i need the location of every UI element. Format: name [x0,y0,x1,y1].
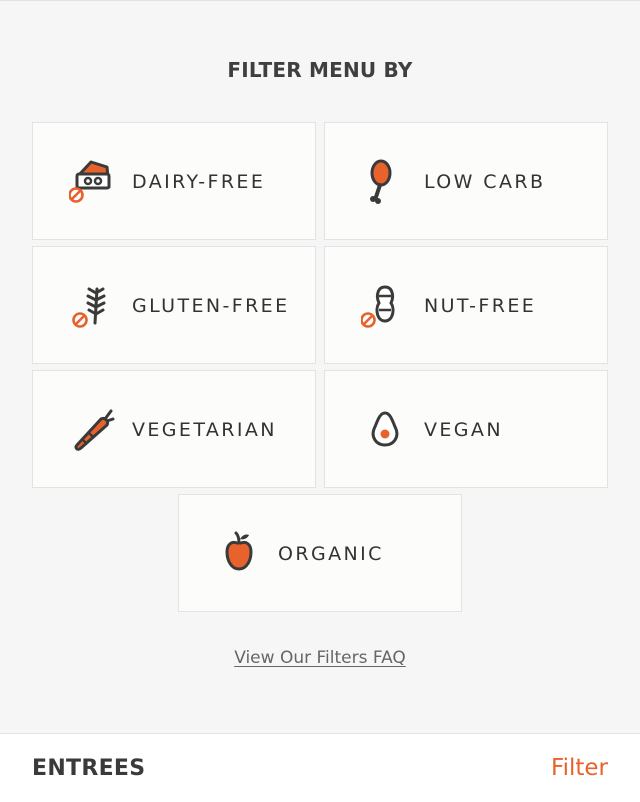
filter-tile-low-carb[interactable]: LOW CARB [324,122,608,240]
peanut-no-icon [360,281,409,331]
cheese-no-icon [68,157,117,207]
drumstick-icon [361,157,409,207]
filter-tile-vegan[interactable]: VEGAN [324,370,608,488]
wheat-no-icon [69,281,117,331]
filter-label-vegetarian: VEGETARIAN [132,419,277,441]
filter-tile-organic[interactable]: ORGANIC [178,494,462,612]
faq-link-container: View Our Filters FAQ [0,648,640,668]
apple-icon [215,529,263,579]
avocado-icon [361,405,409,455]
filter-label-gluten-free: GLUTEN-FREE [132,295,290,317]
filter-menu-title: FILTER MENU BY [227,58,413,82]
filter-tile-dairy-free[interactable]: DAIRY-FREE [32,122,316,240]
filter-label-low-carb: LOW CARB [424,171,546,193]
filters-faq-link[interactable]: View Our Filters FAQ [234,648,406,668]
section-label: ENTREES [32,756,146,781]
filter-button[interactable]: Filter [551,734,608,802]
bottom-bar: ENTREES Filter [0,733,640,802]
filter-label-nut-free: NUT-FREE [424,295,537,317]
top-divider [0,0,640,1]
filter-label-dairy-free: DAIRY-FREE [132,171,266,193]
filter-tile-gluten-free[interactable]: GLUTEN-FREE [32,246,316,364]
filter-tile-nut-free[interactable]: NUT-FREE [324,246,608,364]
filter-label-vegan: VEGAN [424,419,503,441]
carrot-icon [69,405,117,455]
filter-tile-vegetarian[interactable]: VEGETARIAN [32,370,316,488]
filter-label-organic: ORGANIC [278,543,384,565]
